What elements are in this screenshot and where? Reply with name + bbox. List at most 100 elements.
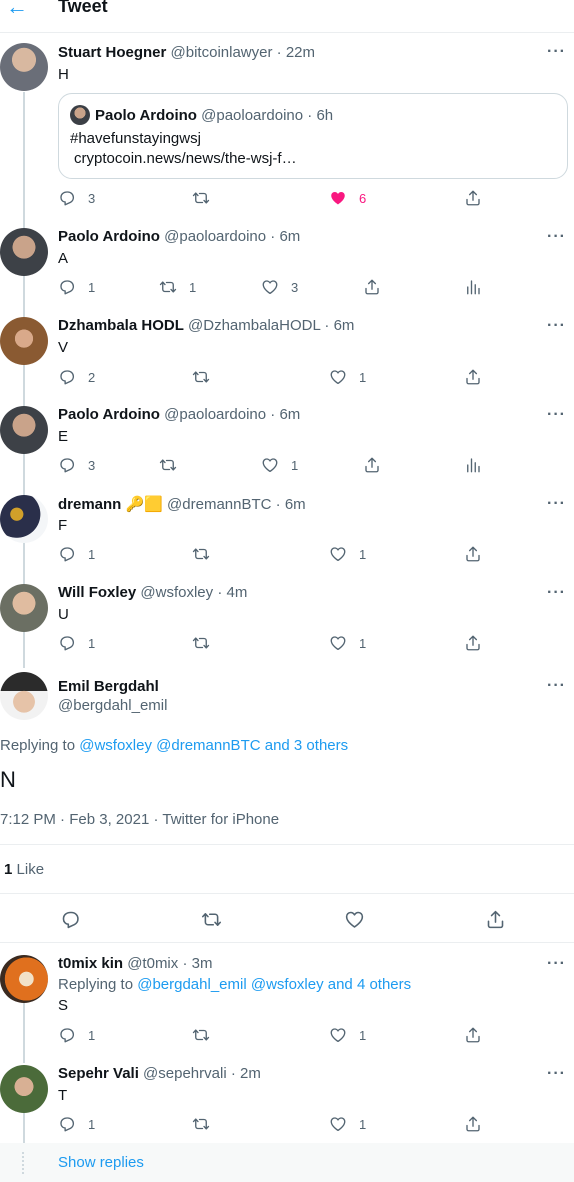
author-handle[interactable]: @t0mix xyxy=(127,955,178,972)
author-name[interactable]: Emil Bergdahl xyxy=(58,678,159,695)
tweet-date[interactable]: Feb 3, 2021 xyxy=(69,811,149,828)
tweet-time[interactable]: 6m xyxy=(279,228,300,245)
retweet-button[interactable] xyxy=(192,1024,222,1046)
avatar[interactable] xyxy=(0,495,48,543)
avatar[interactable] xyxy=(0,228,48,276)
author-handle[interactable]: @bitcoinlawyer xyxy=(171,44,273,61)
more-options-icon[interactable]: ··· xyxy=(547,677,566,695)
like-button[interactable]: 3 xyxy=(261,276,298,298)
avatar[interactable] xyxy=(0,43,48,91)
more-options-icon[interactable]: ··· xyxy=(547,406,566,424)
like-button[interactable]: 1 xyxy=(329,632,366,654)
author-handle[interactable]: @paoloardoino xyxy=(164,228,266,245)
author-name[interactable]: Paolo Ardoino xyxy=(58,228,160,245)
retweet-button[interactable] xyxy=(192,187,222,209)
avatar[interactable] xyxy=(0,955,48,1003)
author-handle[interactable]: @sepehrvali xyxy=(143,1065,227,1082)
share-button[interactable] xyxy=(464,1024,482,1046)
reply-button[interactable]: 1 xyxy=(58,276,95,298)
tweet-time[interactable]: 4m xyxy=(226,584,247,601)
author-name[interactable]: t0mix kin xyxy=(58,955,123,972)
reply-icon xyxy=(58,456,76,474)
retweet-button[interactable]: 1 xyxy=(159,276,196,298)
like-button[interactable] xyxy=(344,908,365,930)
reply-icon xyxy=(58,1115,76,1133)
author-handle[interactable]: @DzhambalaHODL xyxy=(188,317,320,334)
more-options-icon[interactable]: ··· xyxy=(547,584,566,602)
author-name[interactable]: Stuart Hoegner xyxy=(58,44,166,61)
share-button[interactable] xyxy=(363,276,381,298)
reply-button[interactable]: 1 xyxy=(58,632,95,654)
share-button[interactable] xyxy=(363,454,381,476)
author-handle[interactable]: @paoloardoino xyxy=(164,406,266,423)
show-replies-row[interactable]: Show replies xyxy=(0,1143,574,1182)
back-arrow-icon[interactable]: ← xyxy=(6,0,28,20)
analytics-button[interactable] xyxy=(464,454,482,476)
author-handle[interactable]: @dremannBTC xyxy=(167,496,271,513)
tweet-time[interactable]: 6m xyxy=(285,496,306,513)
more-options-icon[interactable]: ··· xyxy=(547,43,566,61)
avatar[interactable] xyxy=(0,317,48,365)
more-options-icon[interactable]: ··· xyxy=(547,228,566,246)
retweet-button[interactable] xyxy=(201,908,222,930)
tweet-source[interactable]: Twitter for iPhone xyxy=(162,811,279,828)
avatar[interactable] xyxy=(0,406,48,454)
replying-to-links[interactable]: @wsfoxley @dremannBTC and 3 others xyxy=(79,737,348,754)
avatar[interactable] xyxy=(0,1065,48,1113)
reply-button[interactable]: 2 xyxy=(58,366,95,388)
more-options-icon[interactable]: ··· xyxy=(547,955,566,973)
author-name[interactable]: Dzhambala HODL xyxy=(58,317,184,334)
author-handle[interactable]: @bergdahl_emil xyxy=(58,697,167,714)
share-button[interactable] xyxy=(464,632,482,654)
like-button[interactable]: 1 xyxy=(261,454,298,476)
tweet-time[interactable]: 22m xyxy=(286,44,315,61)
avatar[interactable] xyxy=(0,584,48,632)
more-options-icon[interactable]: ··· xyxy=(547,1065,566,1083)
author-name[interactable]: Will Foxley xyxy=(58,584,136,601)
reply-button[interactable]: 3 xyxy=(58,454,95,476)
like-button[interactable]: 1 xyxy=(329,1024,366,1046)
author-handle[interactable]: @wsfoxley xyxy=(140,584,213,601)
replying-to-links[interactable]: @bergdahl_emil @wsfoxley and 4 others xyxy=(137,976,411,993)
separator-dot: · xyxy=(153,811,159,828)
share-button[interactable] xyxy=(464,1113,482,1135)
reply-button[interactable]: 3 xyxy=(58,187,95,209)
share-icon xyxy=(485,909,506,930)
avatar[interactable] xyxy=(0,672,48,720)
like-button[interactable]: 1 xyxy=(329,366,366,388)
author-name[interactable]: Sepehr Vali xyxy=(58,1065,139,1082)
reply-button[interactable] xyxy=(60,908,81,930)
share-button[interactable] xyxy=(464,366,482,388)
retweet-button[interactable] xyxy=(159,454,189,476)
tweet-time[interactable]: 2m xyxy=(240,1065,261,1082)
tweet-time[interactable]: 6m xyxy=(279,406,300,423)
retweet-button[interactable] xyxy=(192,543,222,565)
reply-button[interactable]: 1 xyxy=(58,1024,95,1046)
share-button[interactable] xyxy=(464,187,482,209)
tweet-time[interactable]: 6m xyxy=(334,317,355,334)
retweet-button[interactable] xyxy=(192,632,222,654)
like-count: 1 xyxy=(359,1027,367,1043)
show-replies-link[interactable]: Show replies xyxy=(58,1154,144,1171)
more-options-icon[interactable]: ··· xyxy=(547,495,566,513)
reply-button[interactable]: 1 xyxy=(58,543,95,565)
more-options-icon[interactable]: ··· xyxy=(547,317,566,335)
tweet-time[interactable]: 3m xyxy=(192,955,213,972)
like-button[interactable]: 1 xyxy=(329,543,366,565)
quoted-tweet[interactable]: Paolo Ardoino @paoloardoino · 6h #havefu… xyxy=(58,93,568,179)
separator-dot: · xyxy=(182,955,188,972)
author-name[interactable]: dremann 🔑🟨 xyxy=(58,496,163,513)
retweet-icon xyxy=(159,278,177,296)
analytics-button[interactable] xyxy=(464,276,482,298)
retweet-button[interactable] xyxy=(192,1113,222,1135)
share-button[interactable] xyxy=(464,543,482,565)
author-name[interactable]: Paolo Ardoino xyxy=(58,406,160,423)
retweet-button[interactable] xyxy=(192,366,222,388)
tweet-time[interactable]: 7:12 PM xyxy=(0,811,56,828)
action-bar: 1 1 xyxy=(58,1113,498,1135)
share-button[interactable] xyxy=(485,908,506,930)
likes-summary[interactable]: 1 Like xyxy=(4,861,44,878)
reply-button[interactable]: 1 xyxy=(58,1113,95,1135)
like-button[interactable]: 6 xyxy=(329,187,366,209)
like-button[interactable]: 1 xyxy=(329,1113,366,1135)
